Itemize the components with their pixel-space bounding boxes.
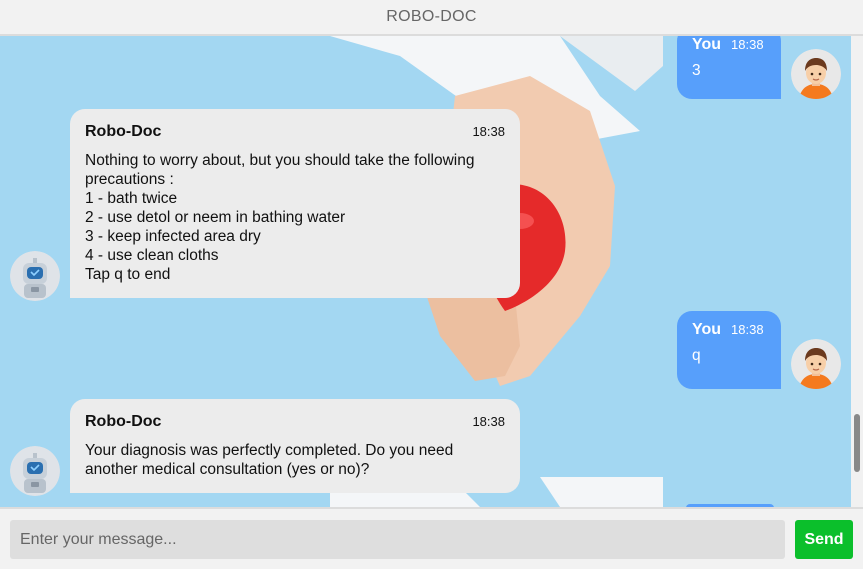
message-input[interactable]: [10, 520, 785, 559]
send-button[interactable]: Send: [795, 520, 853, 559]
user-avatar-icon: [791, 339, 841, 389]
message-text: 3: [692, 62, 701, 79]
message-bot-1: Robo-Doc 18:38 Nothing to worry about, b…: [70, 109, 520, 298]
message-composer: Send: [0, 507, 863, 569]
chat-app: ROBO-DOC You 18:38 3 Robo-Doc 18:38 Noth…: [0, 0, 863, 569]
message-user-1: You 18:38 3: [677, 36, 781, 99]
message-bot-2: Robo-Doc 18:38 Your diagnosis was perfec…: [70, 399, 520, 493]
message-text: q: [692, 347, 701, 364]
scrollbar[interactable]: [851, 36, 863, 507]
message-time: 18:38: [472, 124, 505, 139]
user-avatar-icon: [791, 49, 841, 99]
app-title: ROBO-DOC: [386, 8, 477, 25]
message-area[interactable]: You 18:38 3 Robo-Doc 18:38 Nothing to wo…: [0, 36, 863, 507]
message-time: 18:38: [731, 322, 764, 337]
chat-header: ROBO-DOC: [0, 0, 863, 36]
message-sender: Robo-Doc: [85, 123, 162, 140]
message-time: 18:38: [731, 37, 764, 52]
robot-avatar-icon: [10, 446, 60, 496]
message-sender: You: [692, 36, 722, 53]
robot-avatar-icon: [10, 251, 60, 301]
message-time: 18:38: [472, 414, 505, 429]
message-sender: You: [692, 321, 722, 338]
message-text: Your diagnosis was perfectly completed. …: [85, 442, 454, 478]
scrollbar-thumb[interactable]: [854, 414, 860, 472]
message-sender: Robo-Doc: [85, 413, 162, 430]
message-text: Nothing to worry about, but you should t…: [85, 152, 475, 283]
message-user-2: You 18:38 q: [677, 311, 781, 389]
